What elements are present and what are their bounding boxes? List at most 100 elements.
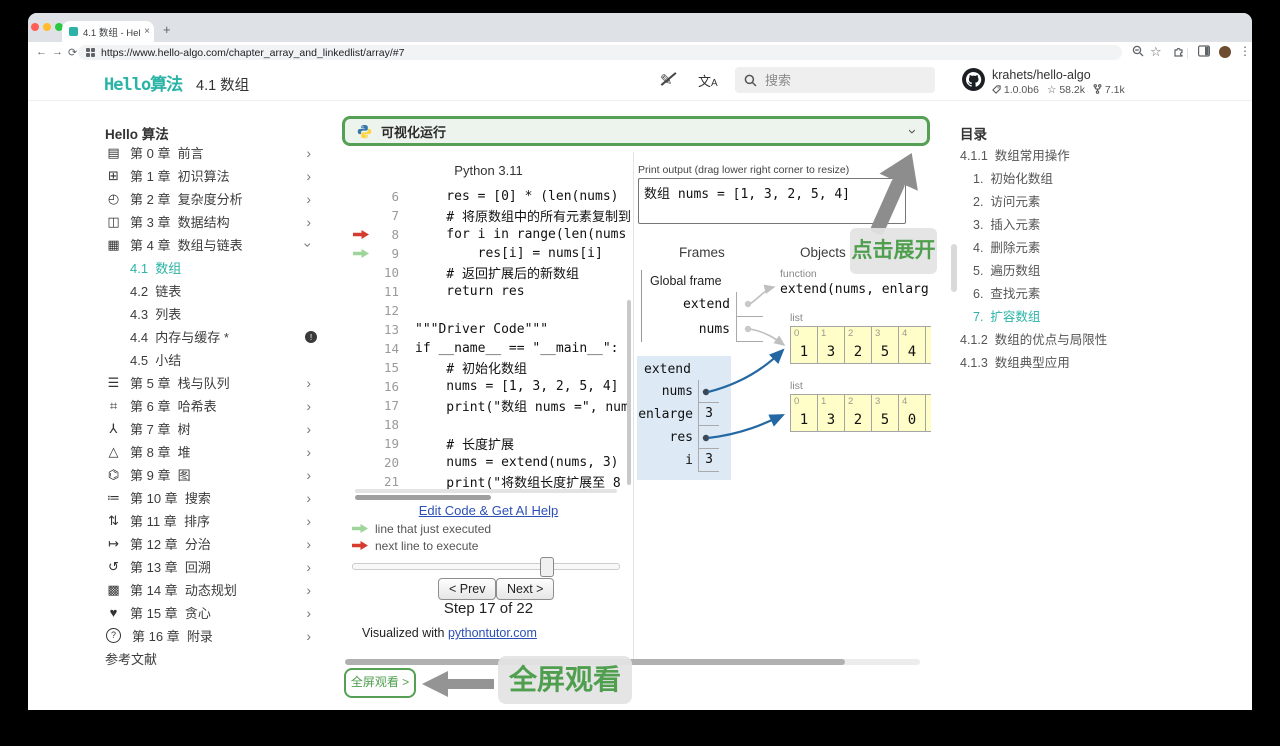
chevron-right-icon: › xyxy=(306,466,311,483)
code-line: 14 if __name__ == "__main__": xyxy=(345,339,632,358)
sidebar-item-label: 第 15 章 贪心 xyxy=(130,606,211,621)
toc-item[interactable]: 6. 查找元素 xyxy=(960,281,1175,304)
toc-item[interactable]: 4.1.3 数组典型应用 xyxy=(960,350,1175,373)
sidebar-item[interactable]: ≔ 第 10 章 搜索 › xyxy=(105,486,317,509)
step-slider-thumb[interactable] xyxy=(540,557,554,577)
sidebar-item[interactable]: ◴ 第 2 章 复杂度分析 › xyxy=(105,187,317,210)
sidebar-item[interactable]: △ 第 8 章 堆 › xyxy=(105,440,317,463)
toc-item[interactable]: 4. 删除元素 xyxy=(960,235,1175,258)
toc-item[interactable]: 3. 插入元素 xyxy=(960,212,1175,235)
extensions-icon[interactable] xyxy=(1173,45,1185,60)
minimize-window-button[interactable] xyxy=(43,23,51,31)
sidebar-item-label: 第 6 章 哈希表 xyxy=(130,399,217,414)
sidebar-item[interactable]: ♥ 第 15 章 贪心 › xyxy=(105,601,317,624)
sidebar-item-label: 4.2 链表 xyxy=(130,284,182,299)
annotation-expand-label: 点击展开 xyxy=(850,228,937,274)
side-panel-icon[interactable] xyxy=(1198,45,1211,60)
next-step-button[interactable]: Next > xyxy=(496,578,555,600)
language-switch-icon[interactable]: 文A xyxy=(698,71,718,90)
sidebar-item[interactable]: 4.3 列表 xyxy=(105,302,317,325)
sidebar-item[interactable]: ⌗ 第 6 章 哈希表 › xyxy=(105,394,317,417)
sidebar-item-label: 第 5 章 栈与队列 xyxy=(130,376,230,391)
step-slider-track[interactable] xyxy=(352,563,620,570)
hourglass-icon: ◴ xyxy=(107,190,120,206)
toc-item[interactable]: 4.1.1 数组常用操作 xyxy=(960,143,1175,166)
sidebar-item-label: 第 12 章 分治 xyxy=(130,537,211,552)
sidebar-item[interactable]: ☰ 第 5 章 栈与队列 › xyxy=(105,371,317,394)
fullscreen-view-link[interactable]: 全屏观看 > xyxy=(344,668,416,698)
prev-step-button[interactable]: < Prev xyxy=(438,578,497,600)
sidebar-item[interactable]: 4.2 链表 xyxy=(105,279,317,302)
sidebar-item-label: 4.5 小结 xyxy=(130,353,182,368)
bookmark-star-icon[interactable]: ☆ xyxy=(1150,44,1162,60)
backtrack-icon: ↺ xyxy=(108,558,119,574)
edit-code-link[interactable]: Edit Code & Get AI Help xyxy=(345,503,632,518)
reload-icon[interactable]: ⟳ xyxy=(68,46,77,59)
code-line: 16 nums = [1, 3, 2, 5, 4] xyxy=(345,377,632,396)
sidebar-item[interactable]: ◫ 第 3 章 数据结构 › xyxy=(105,210,317,233)
chevron-right-icon: › xyxy=(306,397,311,414)
sidebar-item[interactable]: ⅄ 第 7 章 树 › xyxy=(105,417,317,440)
table-icon: ▦ xyxy=(107,236,120,252)
sidebar-item[interactable]: ⊞ 第 1 章 初识算法 › xyxy=(105,164,317,187)
version-tag: 1.0.0b6 xyxy=(992,84,1039,96)
site-settings-icon[interactable] xyxy=(86,48,95,57)
github-logo-icon[interactable] xyxy=(961,67,986,97)
url-bar[interactable]: https://www.hello-algo.com/chapter_array… xyxy=(78,45,1122,60)
forward-icon[interactable]: → xyxy=(52,46,63,58)
sidebar-item[interactable]: ▩ 第 14 章 动态规划 › xyxy=(105,578,317,601)
sidebar-item[interactable]: ↺ 第 13 章 回溯 › xyxy=(105,555,317,578)
site-logo[interactable]: Hello算法 xyxy=(104,70,183,95)
toc-item[interactable]: 5. 遍历数组 xyxy=(960,258,1175,281)
code-line: 12 xyxy=(345,301,632,320)
edit-disabled-icon[interactable]: ✎ xyxy=(660,71,673,89)
sidebar-item[interactable]: 4.1 数组 xyxy=(105,256,317,279)
chevron-right-icon: › xyxy=(306,374,311,391)
sidebar-item[interactable]: ⇅ 第 11 章 排序 › xyxy=(105,509,317,532)
code-vertical-scrollbar[interactable] xyxy=(627,300,631,485)
code-line: 11 return res xyxy=(345,282,632,301)
code-line: 10 # 返回扩展后的新数组 xyxy=(345,263,632,282)
search-box[interactable] xyxy=(735,67,935,93)
sidebar-item[interactable]: 4.5 小结 xyxy=(105,348,317,371)
content-scrollbar-thumb[interactable] xyxy=(951,244,957,292)
profile-avatar[interactable] xyxy=(1219,46,1231,58)
sidebar-item[interactable]: 参考文献 xyxy=(105,647,317,670)
sidebar-item-label: 第 7 章 树 xyxy=(130,422,191,437)
toc-item[interactable]: 4.1.2 数组的优点与局限性 xyxy=(960,327,1175,350)
browser-tab[interactable]: 4.1 数组 - Hello 算法 × xyxy=(62,21,154,42)
tab-title: 4.1 数组 - Hello 算法 xyxy=(83,27,141,39)
sidebar-item[interactable]: ▦ 第 4 章 数组与链表 › xyxy=(105,233,317,256)
chevron-right-icon: › xyxy=(306,489,311,506)
toc-item[interactable]: 1. 初始化数组 xyxy=(960,166,1175,189)
code-text: res[i] = nums[i] xyxy=(415,246,603,261)
just-executed-arrow-icon xyxy=(345,249,377,258)
repo-name[interactable]: krahets/hello-algo xyxy=(992,68,1091,82)
sidebar-item[interactable]: ▤ 第 0 章 前言 › xyxy=(105,141,317,164)
chevron-right-icon: › xyxy=(306,627,311,644)
sidebar-item-label: 第 14 章 动态规划 xyxy=(130,583,237,598)
chevron-right-icon: › xyxy=(306,512,311,529)
sidebar-item[interactable]: ↦ 第 12 章 分治 › xyxy=(105,532,317,555)
viz-panel-header[interactable]: 可视化运行 › xyxy=(342,116,930,146)
fork-count: 7.1k xyxy=(1093,84,1125,96)
dp-icon: ▩ xyxy=(107,581,120,597)
sidebar-item-label: 第 10 章 搜索 xyxy=(130,491,211,506)
browser-menu-kebab-icon[interactable]: ⋮ xyxy=(1239,44,1251,58)
sidebar-item[interactable]: ⌬ 第 9 章 图 › xyxy=(105,463,317,486)
zoom-icon[interactable] xyxy=(1132,45,1144,60)
sidebar-item[interactable]: ? 第 16 章 附录 › xyxy=(105,624,317,647)
sidebar-item-label: 第 13 章 回溯 xyxy=(130,560,211,575)
greedy-icon: ♥ xyxy=(109,605,118,620)
toc-item[interactable]: 7. 扩容数组 xyxy=(960,304,1175,327)
new-tab-button[interactable]: + xyxy=(163,22,171,37)
code-horizontal-scrollbar-thumb[interactable] xyxy=(355,495,491,500)
sidebar-item[interactable]: 4.4 内存与缓存 *! xyxy=(105,325,317,348)
toc-item[interactable]: 2. 访问元素 xyxy=(960,189,1175,212)
code-text: return res xyxy=(415,284,525,299)
pythontutor-link[interactable]: pythontutor.com xyxy=(448,626,537,640)
tab-close-icon[interactable]: × xyxy=(144,26,150,37)
search-input[interactable] xyxy=(763,71,917,89)
close-window-button[interactable] xyxy=(31,23,39,31)
back-icon[interactable]: ← xyxy=(36,46,47,58)
